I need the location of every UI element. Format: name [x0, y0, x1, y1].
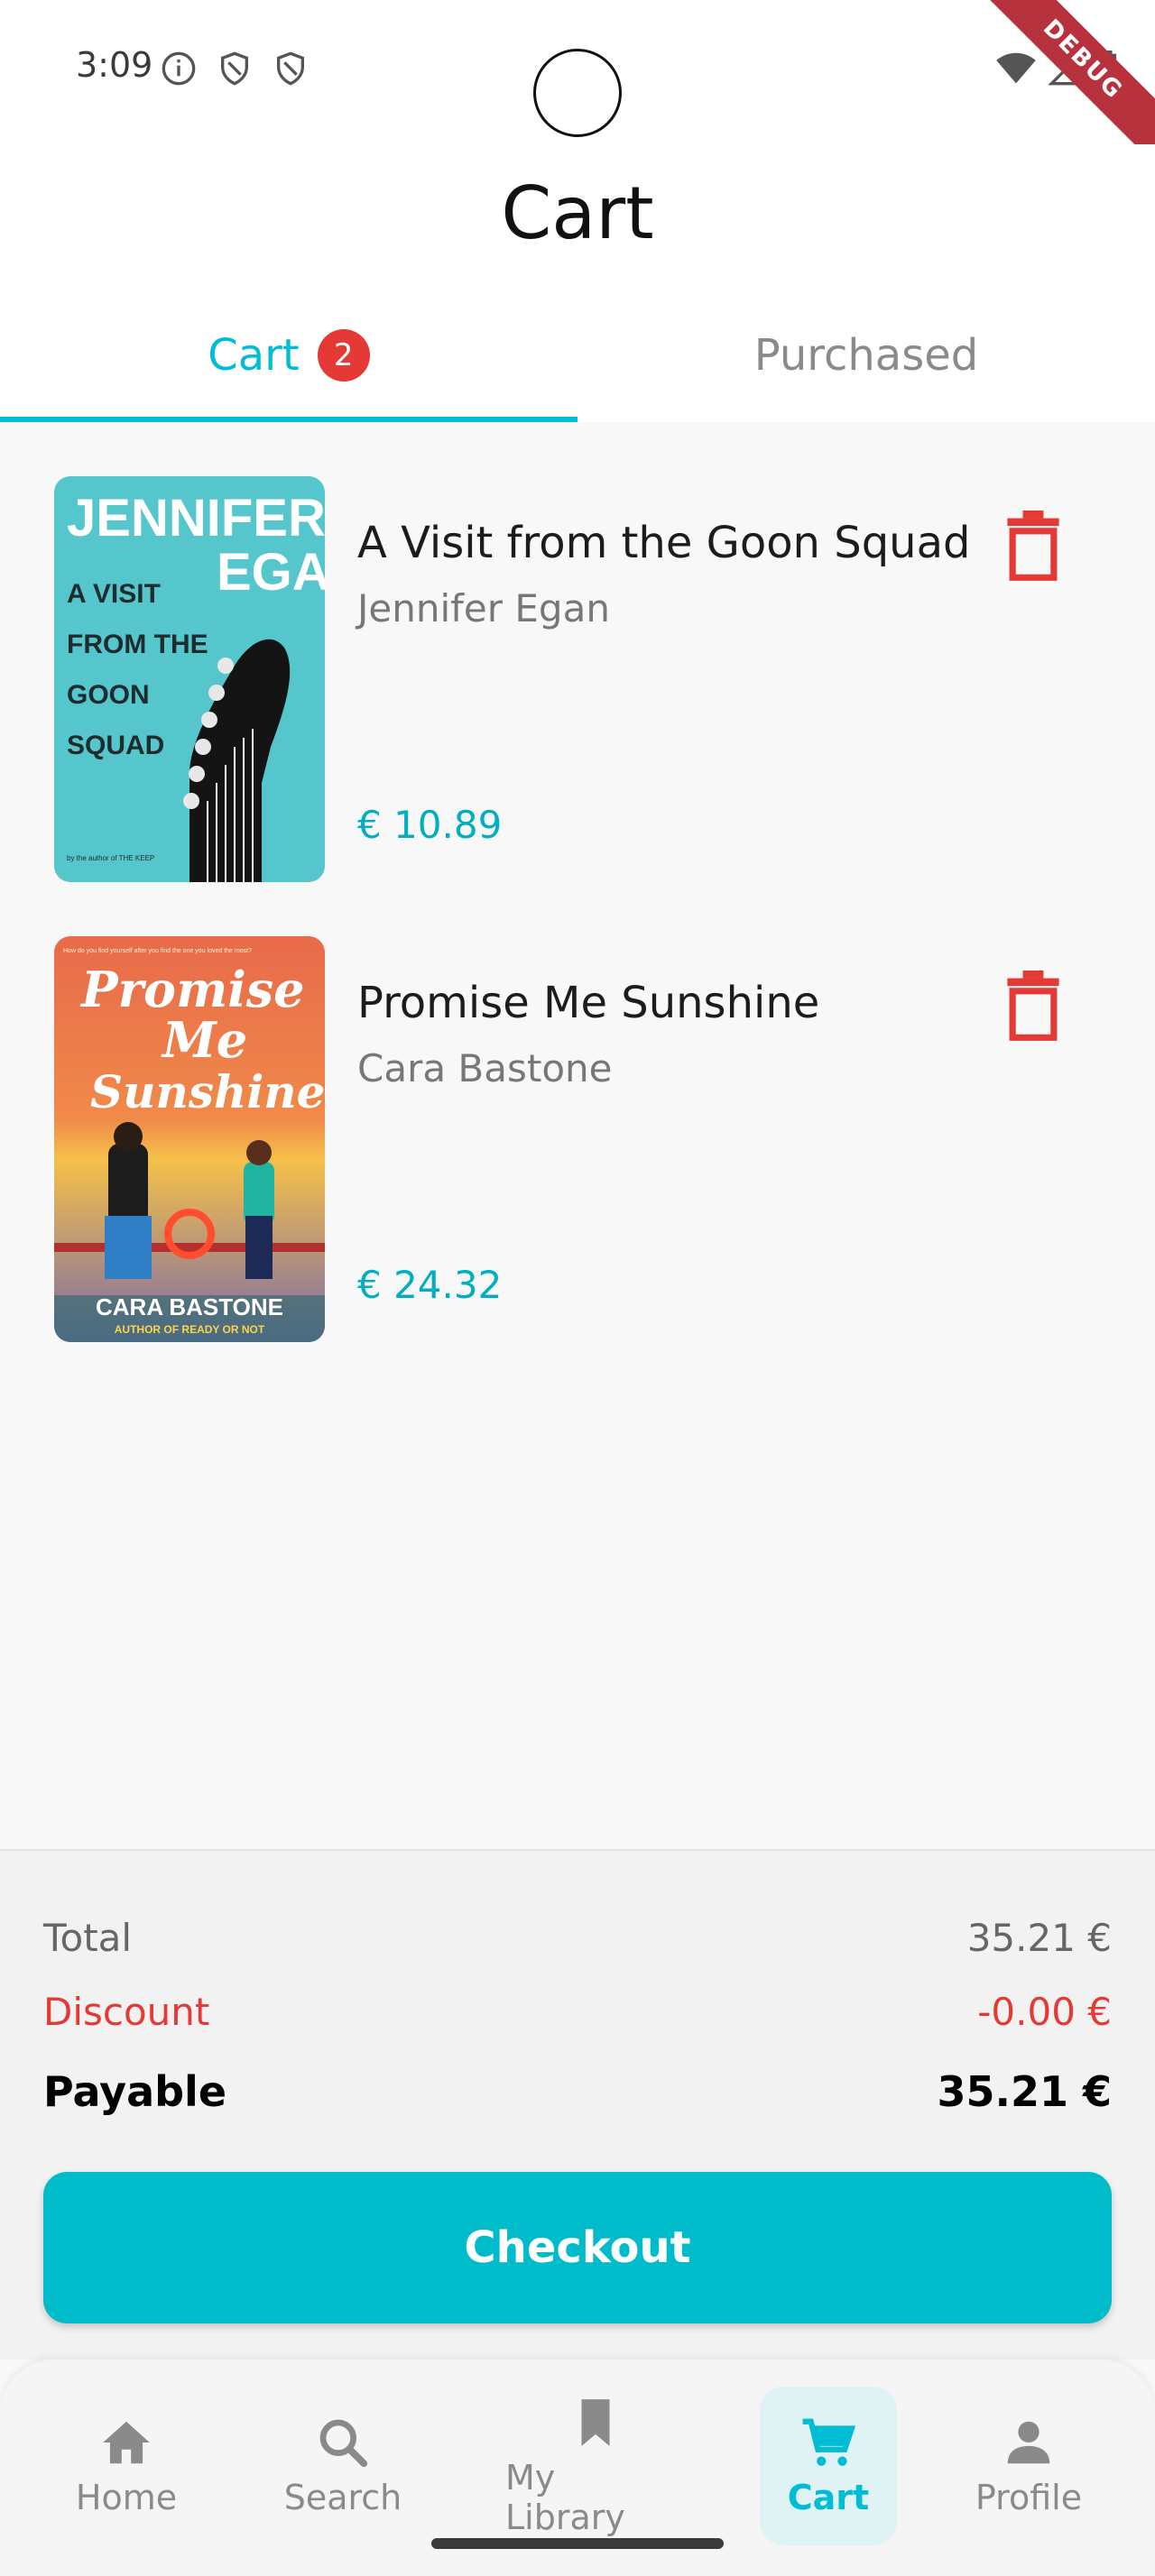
status-icons-left	[161, 51, 309, 87]
trash-icon	[1007, 511, 1059, 581]
tab-bar: Cart 2 Purchased	[0, 289, 1155, 422]
nav-label: Profile	[975, 2478, 1083, 2517]
cover-text: EGAN	[217, 543, 325, 602]
nav-item-search[interactable]: Search	[271, 2387, 415, 2545]
total-label: Total	[43, 1916, 133, 1960]
cover-text: Me	[161, 1011, 247, 1069]
book-price: € 24.32	[357, 1263, 503, 1307]
cover-text: A VISIT	[67, 579, 161, 609]
cover-text: SQUAD	[67, 731, 164, 760]
nav-label: Home	[75, 2478, 178, 2517]
tab-cart[interactable]: Cart 2	[0, 289, 578, 422]
discount-row: Discount -0.00 €	[43, 1990, 1112, 2034]
discount-value: -0.00 €	[977, 1990, 1112, 2034]
cover-text: JENNIFER	[67, 489, 325, 547]
tab-label: Cart	[208, 330, 300, 381]
book-author: Cara Bastone	[357, 1046, 613, 1090]
nav-item-my-library[interactable]: My Library	[505, 2387, 686, 2545]
nav-label: Cart	[787, 2478, 870, 2517]
tab-purchased[interactable]: Purchased	[578, 289, 1155, 422]
cover-text: CARA BASTONE	[96, 1293, 283, 1320]
trash-icon	[1007, 971, 1059, 1041]
camera-cutout	[533, 49, 622, 137]
cover-text: FROM THE	[67, 630, 208, 659]
search-icon	[319, 2419, 368, 2468]
home-icon	[103, 2421, 150, 2464]
delete-button[interactable]	[1002, 511, 1065, 583]
total-value: 35.21 €	[966, 1916, 1112, 1960]
cover-text: by the author of THE KEEP	[67, 854, 154, 862]
delete-button[interactable]	[1002, 971, 1065, 1043]
cover-text: AUTHOR OF READY OR NOT	[115, 1323, 265, 1336]
shield-icon	[217, 51, 253, 87]
payable-label: Payable	[43, 2067, 227, 2116]
cover-text: How do you find yourself after you find …	[63, 948, 252, 954]
shield-icon	[273, 51, 309, 87]
book-price: € 10.89	[357, 803, 503, 847]
cover-text: Promise	[79, 961, 304, 1018]
cart-item[interactable]: JENNIFER EGAN A VISIT FROM THE GOON SQUA…	[54, 476, 1101, 882]
book-cover: JENNIFER EGAN A VISIT FROM THE GOON SQUA…	[54, 476, 325, 882]
checkout-button[interactable]: Checkout	[43, 2172, 1112, 2323]
nav-label: Search	[283, 2478, 402, 2517]
nav-item-profile[interactable]: Profile	[956, 2387, 1101, 2545]
screen: 3:09 DEBUG Cart Cart 2 Purchased JENNIFE…	[0, 0, 1155, 2576]
person-icon	[1007, 2421, 1050, 2464]
cart-icon	[802, 2418, 856, 2466]
cover-text: GOON	[67, 680, 150, 710]
tab-label: Purchased	[753, 330, 979, 381]
book-title: Promise Me Sunshine	[357, 978, 820, 1028]
wifi-icon	[996, 51, 1036, 87]
nav-label: My Library	[505, 2458, 625, 2537]
nav-item-home[interactable]: Home	[54, 2387, 199, 2545]
order-summary: Total 35.21 € Discount -0.00 € Payable 3…	[0, 1849, 1155, 2360]
info-icon	[161, 51, 197, 87]
home-indicator[interactable]	[431, 2538, 724, 2549]
nav-item-cart[interactable]: Cart	[760, 2387, 897, 2545]
status-time: 3:09	[76, 45, 153, 85]
book-cover: How do you find yourself after you find …	[54, 936, 325, 1342]
cart-list: JENNIFER EGAN A VISIT FROM THE GOON SQUA…	[0, 422, 1155, 1847]
cart-count-badge: 2	[317, 329, 370, 382]
bookmark-icon	[581, 2399, 610, 2446]
payable-value: 35.21 €	[937, 2067, 1112, 2116]
cover-text: Sunshine	[90, 1065, 325, 1118]
cart-item[interactable]: How do you find yourself after you find …	[54, 936, 1101, 1342]
payable-row: Payable 35.21 €	[43, 2067, 1112, 2116]
discount-label: Discount	[43, 1990, 210, 2034]
status-bar: 3:09 DEBUG	[0, 0, 1155, 179]
total-row: Total 35.21 €	[43, 1916, 1112, 1960]
book-author: Jennifer Egan	[357, 586, 610, 630]
app-header: Cart	[0, 144, 1155, 289]
book-title: A Visit from the Goon Squad	[357, 518, 971, 568]
page-title: Cart	[501, 171, 654, 255]
